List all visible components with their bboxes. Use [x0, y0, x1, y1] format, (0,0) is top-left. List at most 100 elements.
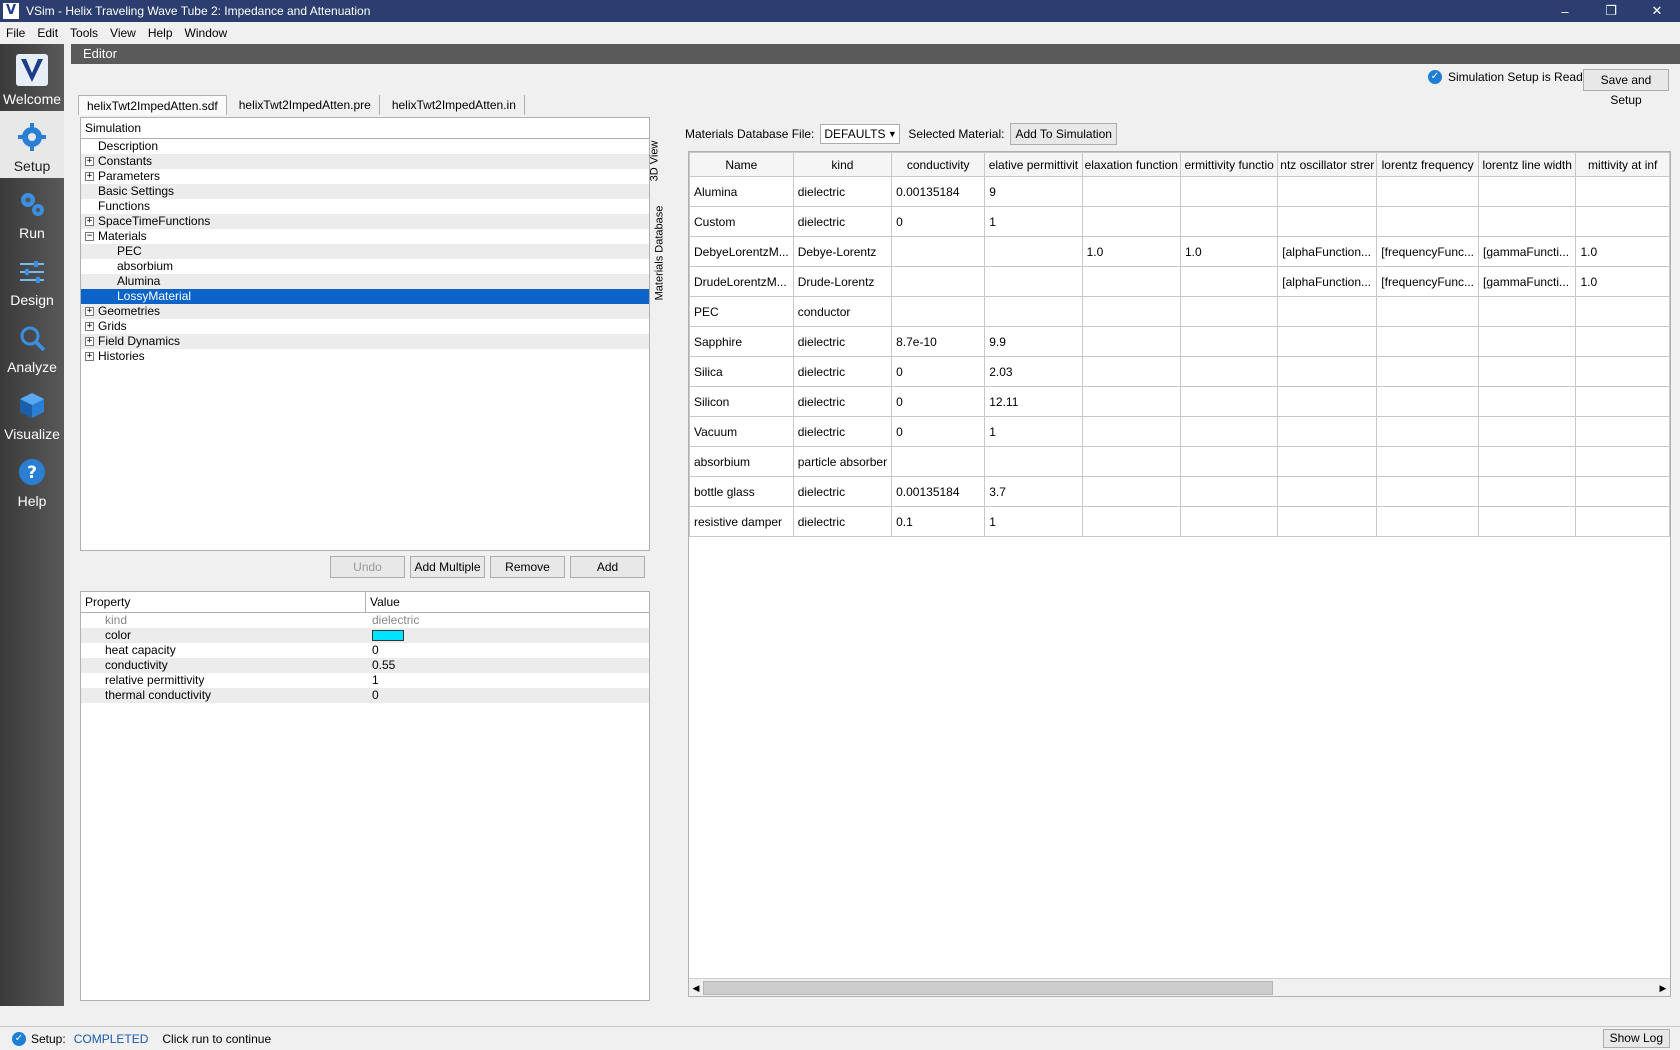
property-row[interactable]: heat capacity 0: [81, 643, 649, 658]
table-cell[interactable]: [1478, 356, 1577, 387]
table-cell[interactable]: [gammaFuncti...: [1478, 236, 1577, 267]
table-cell[interactable]: [1179, 296, 1279, 327]
table-cell[interactable]: [1081, 386, 1181, 417]
tree-item[interactable]: + Grids: [81, 319, 649, 334]
property-value[interactable]: 0: [366, 643, 379, 658]
tab-in[interactable]: helixTwt2ImpedAtten.in: [384, 95, 525, 115]
tree-item[interactable]: + Constants: [81, 154, 649, 169]
table-row[interactable]: Custom dielectric 0 1: [689, 206, 1670, 237]
table-cell[interactable]: dielectric: [792, 176, 893, 207]
table-cell[interactable]: [1575, 356, 1670, 387]
tree-item[interactable]: PEC: [81, 244, 649, 259]
table-cell[interactable]: DebyeLorentzM...: [689, 236, 794, 267]
table-cell[interactable]: 0.1: [891, 506, 986, 537]
menu-window[interactable]: Window: [179, 26, 234, 40]
table-cell[interactable]: resistive damper: [689, 506, 794, 537]
table-cell[interactable]: [1478, 476, 1577, 507]
table-cell[interactable]: PEC: [689, 296, 794, 327]
table-cell[interactable]: [1376, 386, 1480, 417]
add-multiple-button[interactable]: Add Multiple: [410, 556, 485, 578]
tree-item[interactable]: − Materials: [81, 229, 649, 244]
table-cell[interactable]: [1081, 296, 1181, 327]
table-cell[interactable]: 9.9: [984, 326, 1083, 357]
table-cell[interactable]: Drude-Lorentz: [792, 266, 893, 297]
expand-icon[interactable]: +: [85, 172, 94, 181]
tree-item[interactable]: + Geometries: [81, 304, 649, 319]
table-cell[interactable]: [alphaFunction...: [1277, 266, 1378, 297]
column-header[interactable]: lorentz frequency: [1376, 152, 1480, 177]
sidebar-visualize[interactable]: Visualize: [0, 379, 64, 446]
table-cell[interactable]: [1179, 506, 1279, 537]
table-cell[interactable]: [frequencyFunc...: [1376, 266, 1480, 297]
table-cell[interactable]: dielectric: [792, 416, 893, 447]
table-cell[interactable]: dielectric: [792, 506, 893, 537]
table-cell[interactable]: [1277, 446, 1378, 477]
table-cell[interactable]: [1179, 416, 1279, 447]
table-cell[interactable]: Custom: [689, 206, 794, 237]
table-cell[interactable]: 0: [891, 386, 986, 417]
tree-item[interactable]: + SpaceTimeFunctions: [81, 214, 649, 229]
table-row[interactable]: resistive damper dielectric 0.1 1: [689, 506, 1670, 537]
table-cell[interactable]: [1081, 446, 1181, 477]
table-cell[interactable]: [1277, 176, 1378, 207]
table-row[interactable]: DrudeLorentzM... Drude-Lorentz [alphaFunct…: [689, 266, 1670, 297]
column-header[interactable]: conductivity: [891, 152, 986, 177]
table-cell[interactable]: [1277, 356, 1378, 387]
table-cell[interactable]: [1081, 206, 1181, 237]
tree-item[interactable]: Functions: [81, 199, 649, 214]
table-cell[interactable]: [1376, 446, 1480, 477]
property-row[interactable]: color: [81, 628, 649, 643]
expand-icon[interactable]: +: [85, 307, 94, 316]
menu-file[interactable]: File: [0, 26, 31, 40]
table-row[interactable]: bottle glass dielectric 0.00135184 3.7: [689, 476, 1670, 507]
table-cell[interactable]: [984, 296, 1083, 327]
column-header[interactable]: elaxation function: [1081, 152, 1181, 177]
table-cell[interactable]: [1376, 206, 1480, 237]
tree-item[interactable]: + Field Dynamics: [81, 334, 649, 349]
table-cell[interactable]: [1179, 206, 1279, 237]
table-row[interactable]: PEC conductor: [689, 296, 1670, 327]
column-header[interactable]: ntz oscillator strer: [1277, 152, 1378, 177]
table-cell[interactable]: Silica: [689, 356, 794, 387]
sidebar-design[interactable]: Design: [0, 245, 64, 312]
table-cell[interactable]: [gammaFuncti...: [1478, 266, 1577, 297]
property-row[interactable]: relative permittivity 1: [81, 673, 649, 688]
table-cell[interactable]: [1478, 506, 1577, 537]
table-cell[interactable]: [984, 236, 1083, 267]
table-cell[interactable]: [1376, 326, 1480, 357]
table-cell[interactable]: Sapphire: [689, 326, 794, 357]
property-value[interactable]: 1: [366, 673, 379, 688]
table-cell[interactable]: [1277, 506, 1378, 537]
table-cell[interactable]: 0: [891, 356, 986, 387]
add-button[interactable]: Add: [570, 556, 645, 578]
scroll-left-icon[interactable]: ◀: [689, 979, 703, 996]
table-cell[interactable]: 0: [891, 206, 986, 237]
table-cell[interactable]: 9: [984, 176, 1083, 207]
expand-icon[interactable]: +: [85, 217, 94, 226]
save-and-setup-button[interactable]: Save and Setup: [1583, 69, 1669, 107]
tree-item[interactable]: LossyMaterial: [81, 289, 649, 304]
table-cell[interactable]: bottle glass: [689, 476, 794, 507]
table-row[interactable]: Silica dielectric 0 2.03: [689, 356, 1670, 387]
table-cell[interactable]: [1277, 296, 1378, 327]
table-cell[interactable]: [1478, 386, 1577, 417]
column-header[interactable]: kind: [792, 152, 893, 177]
table-cell[interactable]: dielectric: [792, 356, 893, 387]
table-cell[interactable]: [891, 296, 986, 327]
menu-view[interactable]: View: [104, 26, 142, 40]
property-value[interactable]: 0.55: [366, 658, 395, 673]
column-header[interactable]: mittivity at inf: [1575, 152, 1670, 177]
table-cell[interactable]: 12.11: [984, 386, 1083, 417]
table-cell[interactable]: dielectric: [792, 386, 893, 417]
table-cell[interactable]: [1277, 326, 1378, 357]
table-cell[interactable]: 2.03: [984, 356, 1083, 387]
table-cell[interactable]: [1081, 506, 1181, 537]
table-cell[interactable]: [1478, 326, 1577, 357]
table-cell[interactable]: 1.0: [1575, 236, 1670, 267]
table-cell[interactable]: [1179, 476, 1279, 507]
table-cell[interactable]: [1277, 386, 1378, 417]
table-cell[interactable]: [1575, 206, 1670, 237]
table-cell[interactable]: [1575, 446, 1670, 477]
undo-button[interactable]: Undo: [330, 556, 405, 578]
tree-item[interactable]: Alumina: [81, 274, 649, 289]
